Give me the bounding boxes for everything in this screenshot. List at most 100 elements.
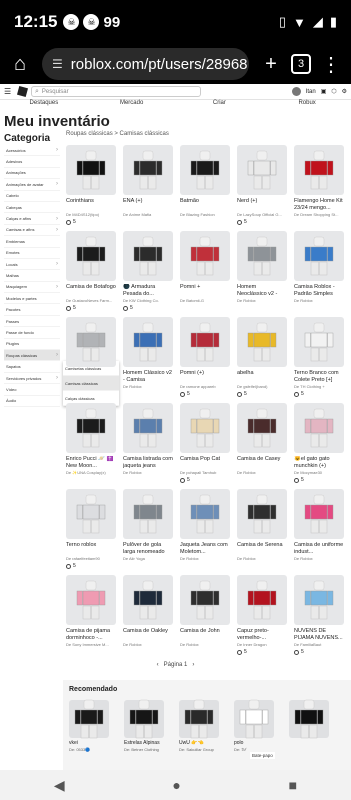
item-name[interactable]: Pulôver de gola larga renomeado [123,542,173,555]
item-creator[interactable]: De Mocymae30 [294,470,344,475]
item-creator[interactable]: De Batomii-G [180,298,230,303]
item-card[interactable]: Jaqueta Jeans com Moletom... De Roblox [180,489,230,561]
item-creator[interactable]: De LazySoup Official G... [237,212,287,217]
item-thumbnail[interactable] [123,145,173,195]
item-creator[interactable]: De Blazing Fashion [180,212,230,217]
item-thumbnail[interactable] [294,575,344,625]
item-name[interactable]: ENA (+) [123,198,173,211]
recommended-thumbnail[interactable] [234,699,274,739]
recents-icon[interactable]: ■ [289,777,297,793]
item-creator[interactable]: De Roblox [180,556,230,561]
item-name[interactable]: Camisa Pop Cat [180,456,230,469]
item-card[interactable]: NUVENS DE PIJAMA NUVENS... De FamiliaBaut… [294,575,344,655]
item-card[interactable]: ENA (+) De Anime Mafia [123,145,173,217]
item-creator[interactable]: De Roblox [237,556,287,561]
next-page-button[interactable]: › [192,662,194,668]
item-creator[interactable]: De Roblox [123,470,173,475]
item-name[interactable]: Camisa de uniforme indust... [294,542,344,555]
recommended-name[interactable]: Estrelas Alpinas [124,740,164,746]
item-name[interactable]: Enrico Pucci 🪐 ✝️ New Moon... [66,456,116,469]
item-thumbnail[interactable] [294,145,344,195]
item-card[interactable]: Batmão De Blazing Fashion [180,145,230,217]
sidebar-item[interactable]: Cabeças [4,202,60,214]
menu-icon[interactable]: ⋮ [317,52,345,77]
item-thumbnail[interactable] [123,231,173,281]
item-thumbnail[interactable] [180,231,230,281]
item-creator[interactable]: De gsfelfel(band) [237,384,287,389]
recommended-creator[interactable]: De: Sakuillar Group [179,747,219,752]
item-card[interactable]: Enrico Pucci 🪐 ✝️ New Moon... De ✨UNA Cos… [66,403,116,475]
item-thumbnail[interactable] [237,403,287,453]
search-input[interactable]: ⌕ Pesquisar [31,86,201,97]
item-card[interactable]: Pulôver de gola larga renomeado De Alir Y… [123,489,173,561]
sidebar-item[interactable]: Acessórios [4,145,60,157]
item-name[interactable]: Pomni + [180,284,230,297]
item-name[interactable]: Terno roblox [66,542,116,555]
item-name[interactable]: Camisa de Oakley [123,628,173,641]
chat-button[interactable]: Bate-papo [250,752,275,759]
item-thumbnail[interactable] [294,403,344,453]
item-thumbnail[interactable] [180,489,230,539]
nav-criar[interactable]: Criar [176,100,264,109]
item-thumbnail[interactable] [66,231,116,281]
sidebar-item[interactable]: Cabelo [4,191,60,202]
recommended-name[interactable]: polo [234,740,274,746]
item-thumbnail[interactable] [180,145,230,195]
item-creator[interactable]: De Inner Dragon [237,642,287,647]
item-name[interactable]: Pomni (+) [180,370,230,383]
notification-icon[interactable]: ▣ [321,88,327,95]
sidebar-item[interactable]: Pacotes [4,304,60,316]
item-card[interactable]: Camisa de Casey De Roblox [237,403,287,475]
item-creator[interactable]: De TH Clothing + [294,384,344,389]
new-tab-icon[interactable]: + [257,53,285,76]
robux-icon[interactable]: ⬡ [331,88,336,95]
recommended-card[interactable]: UwU 👉👈 De: Sakuillar Group [179,699,219,752]
item-creator[interactable]: De GustavoNeves Farm... [66,298,116,303]
site-settings-icon[interactable]: ☰ [52,57,63,71]
prev-page-button[interactable]: ‹ [157,662,159,668]
sidebar-item[interactable]: Sapatos [4,361,60,373]
sidebar-item[interactable]: Malhas [4,270,60,282]
item-card[interactable]: Capuz preto-vermelho-... De Inner Dragon 5 [237,575,287,655]
item-creator[interactable]: De Roblox [180,642,230,647]
item-thumbnail[interactable] [66,317,116,367]
item-card[interactable]: 🌑 Armadura Pesada do... De KW Clothing Co… [123,231,173,311]
item-name[interactable]: Corinthians [66,198,116,211]
recommended-creator[interactable]: De: 0533🔵 [69,747,109,752]
item-card[interactable]: Camisa de Botafogo De GustavoNeves Farm..… [66,231,116,311]
item-name[interactable]: Camisa de Botafogo [66,284,116,297]
recommended-card[interactable] [289,699,329,741]
item-creator[interactable]: De Roblox [237,298,287,303]
item-name[interactable] [66,370,116,383]
item-creator[interactable]: De Roblox [294,556,344,561]
home-nav-icon[interactable]: ● [172,777,180,793]
item-creator[interactable]: De Roblox [123,384,173,389]
item-card[interactable]: Camisa de John De Roblox [180,575,230,647]
item-card[interactable]: Flamengo Home Kit 23/24 mengo... De Dream… [294,145,344,217]
recommended-thumbnail[interactable] [69,699,109,739]
item-name[interactable]: Camisa de pijama dorminhoco -... [66,628,116,641]
sidebar-item[interactable]: Servidores privados [4,373,60,385]
item-card[interactable] [66,317,116,384]
item-name[interactable]: Camisa de Casey [237,456,287,469]
item-creator[interactable]: De pchapali Tamhub [180,470,230,475]
breadcrumb[interactable]: Roupas clássicas > Camisas clássicas [66,131,169,137]
tab-switcher-button[interactable]: 3 [291,54,311,74]
sidebar-item[interactable]: Maquiagem [4,282,60,294]
item-name[interactable]: Camisa de John [180,628,230,641]
item-thumbnail[interactable] [237,489,287,539]
item-creator[interactable]: De Dream Shopping St... [294,212,344,217]
item-creator[interactable]: De Roblox [294,298,344,303]
sidebar-item[interactable]: Modelos e partes [4,293,60,305]
item-card[interactable]: Nerd (+) De LazySoup Official G... 5 [237,145,287,225]
item-thumbnail[interactable] [237,231,287,281]
item-card[interactable]: Camisa de uniforme indust... De Roblox [294,489,344,561]
item-creator[interactable]: De Alir Yoga [123,556,173,561]
item-thumbnail[interactable] [66,145,116,195]
item-name[interactable]: Terno Branco com Colete Preto [+] [294,370,344,383]
item-creator[interactable]: De KW Clothing Co. [123,298,173,303]
recommended-thumbnail[interactable] [289,699,329,739]
item-thumbnail[interactable] [123,317,173,367]
sidebar-item[interactable]: Emblemas [4,236,60,248]
item-creator[interactable]: De Roblox [237,470,287,475]
